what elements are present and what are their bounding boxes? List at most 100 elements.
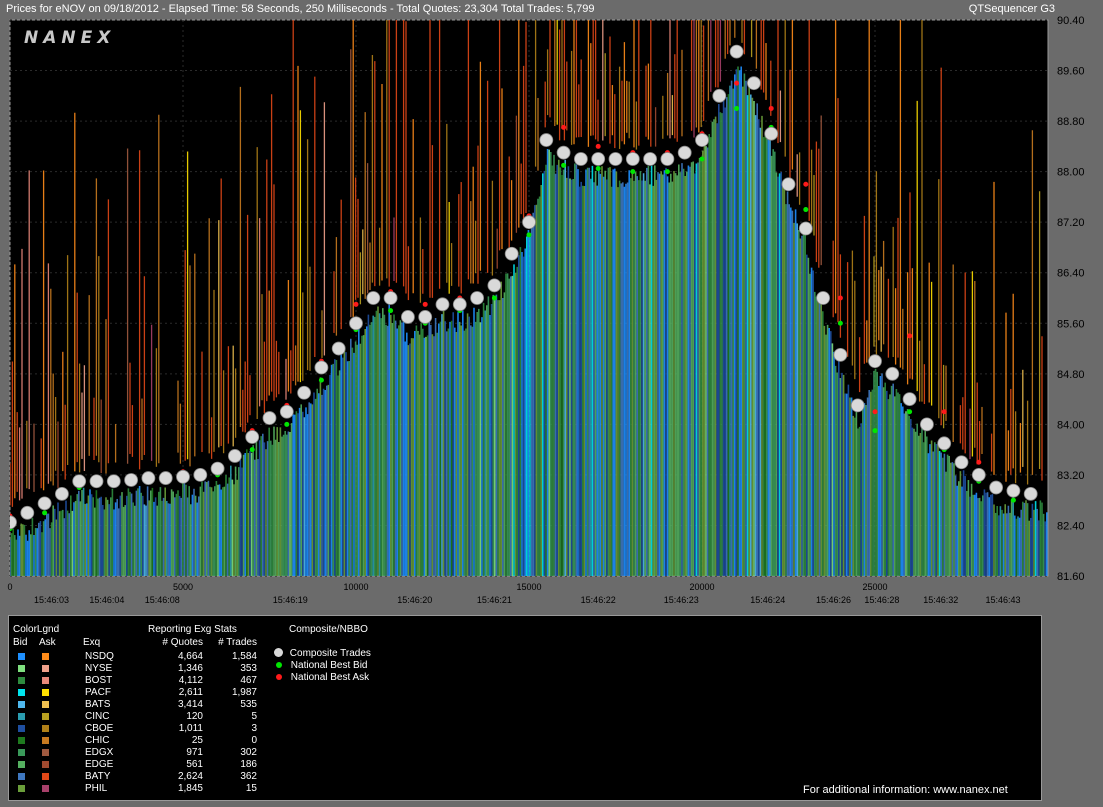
y-tick-label: 87.20 bbox=[1057, 217, 1085, 229]
y-tick-label: 88.80 bbox=[1057, 116, 1085, 128]
trade-point bbox=[158, 471, 173, 485]
best-bid-point bbox=[907, 409, 913, 415]
trade-point bbox=[106, 474, 121, 489]
trade-point bbox=[400, 310, 415, 324]
trade-point bbox=[331, 341, 346, 356]
exchange-quotes: 2,624 bbox=[177, 771, 203, 782]
trade-point bbox=[37, 496, 52, 511]
time-label: 15:46:19 bbox=[273, 595, 308, 605]
exchange-quotes: 1,011 bbox=[178, 723, 203, 734]
best-bid-label: National Best Bid bbox=[290, 660, 368, 671]
time-label: 15:46:32 bbox=[923, 595, 958, 605]
trade-point bbox=[210, 461, 225, 476]
best-ask-marker-icon bbox=[276, 674, 282, 680]
time-label: 15:46:23 bbox=[664, 595, 699, 605]
trades-header: # Trades bbox=[218, 637, 257, 648]
trade-marker-icon bbox=[274, 648, 283, 657]
trade-point bbox=[574, 152, 588, 166]
exchange-name: EDGE bbox=[85, 759, 114, 770]
best-ask-point bbox=[837, 295, 843, 301]
trade-point bbox=[781, 177, 796, 192]
x-tick-label: 20000 bbox=[689, 582, 714, 592]
best-ask-point bbox=[907, 333, 913, 339]
best-ask-point bbox=[941, 409, 947, 415]
best-bid-point bbox=[1010, 497, 1016, 503]
y-tick-label: 84.80 bbox=[1057, 369, 1085, 381]
best-ask-point bbox=[768, 105, 774, 111]
trade-point bbox=[522, 215, 536, 230]
legend-panel: ColorLgnd Bid Ask Exq Reporting Exg Stat… bbox=[8, 615, 1042, 801]
best-bid-point bbox=[803, 207, 809, 213]
time-label: 15:46:20 bbox=[397, 595, 432, 605]
best-bid-point bbox=[837, 320, 843, 326]
exchange-quotes: 3,414 bbox=[177, 699, 203, 710]
trade-point bbox=[245, 430, 260, 444]
quotes-header: # Quotes bbox=[162, 637, 203, 648]
trade-point bbox=[833, 347, 848, 362]
bid-color-swatch bbox=[18, 773, 25, 780]
best-ask-entry: National Best Ask bbox=[275, 672, 369, 683]
trade-point bbox=[279, 404, 294, 419]
bid-color-swatch bbox=[18, 737, 25, 744]
exchange-quotes: 25 bbox=[191, 735, 203, 746]
best-bid-point bbox=[872, 428, 878, 434]
stats-title: Reporting Exg Stats bbox=[148, 624, 237, 635]
trade-point bbox=[124, 473, 139, 487]
best-bid-point bbox=[595, 165, 601, 171]
exchange-quotes: 971 bbox=[186, 747, 203, 758]
exchange-trades: 362 bbox=[240, 771, 257, 782]
trade-point bbox=[504, 246, 519, 261]
exchange-name: NYSE bbox=[85, 663, 113, 674]
x-tick-label: 15000 bbox=[516, 582, 541, 592]
exchange-quotes: 4,112 bbox=[178, 675, 203, 686]
y-tick-label: 88.00 bbox=[1057, 167, 1085, 179]
bid-color-swatch bbox=[18, 785, 25, 792]
exchange-trades: 1,987 bbox=[231, 687, 257, 698]
trade-point bbox=[660, 152, 675, 166]
trade-point bbox=[937, 436, 952, 451]
trade-point bbox=[729, 44, 744, 59]
trade-point bbox=[176, 469, 190, 484]
bid-color-swatch bbox=[18, 665, 25, 672]
time-label: 15:46:08 bbox=[145, 595, 180, 605]
best-ask-point bbox=[734, 80, 740, 86]
exchange-trades: 0 bbox=[251, 735, 257, 746]
trade-point bbox=[349, 316, 363, 331]
trade-point bbox=[418, 310, 433, 324]
x-tick-label: 25000 bbox=[862, 582, 887, 592]
footer-link[interactable]: For additional information: www.nanex.ne… bbox=[803, 784, 1008, 796]
trade-point bbox=[314, 360, 329, 375]
exchange-trades: 353 bbox=[240, 663, 257, 674]
best-ask-point bbox=[872, 409, 878, 415]
exchange-quotes: 1,346 bbox=[177, 663, 203, 674]
nanex-logo: NANEX bbox=[24, 28, 115, 48]
exchange-trades: 3 bbox=[251, 723, 257, 734]
best-ask-point bbox=[561, 124, 567, 130]
trade-point bbox=[608, 152, 623, 166]
trade-point bbox=[677, 145, 692, 160]
y-tick-label: 86.40 bbox=[1057, 268, 1085, 280]
bid-color-swatch bbox=[18, 725, 25, 732]
x-tick-label: 0 bbox=[7, 582, 12, 592]
exchange-quotes: 2,611 bbox=[178, 687, 203, 698]
ask-color-swatch bbox=[42, 665, 49, 672]
bid-color-swatch bbox=[18, 701, 25, 708]
exchange-quotes: 561 bbox=[186, 759, 203, 770]
trade-point bbox=[20, 505, 35, 520]
best-bid-point bbox=[318, 377, 324, 383]
exchange-trades: 467 bbox=[240, 675, 257, 686]
best-bid-point bbox=[664, 169, 670, 175]
exchange-name: BATS bbox=[85, 699, 111, 710]
exchange-trades: 1,584 bbox=[231, 651, 257, 662]
exchange-name: CINC bbox=[85, 711, 110, 722]
best-bid-point bbox=[284, 421, 290, 427]
exchange-quotes: 1,845 bbox=[177, 783, 203, 794]
bid-color-swatch bbox=[18, 749, 25, 756]
trade-point bbox=[262, 411, 277, 425]
composite-trades-entry: Composite Trades bbox=[274, 648, 371, 659]
trade-point bbox=[902, 392, 917, 406]
ask-color-swatch bbox=[42, 785, 49, 792]
trade-point bbox=[850, 398, 865, 413]
trade-point bbox=[747, 76, 761, 91]
time-label: 15:46:43 bbox=[985, 595, 1020, 605]
